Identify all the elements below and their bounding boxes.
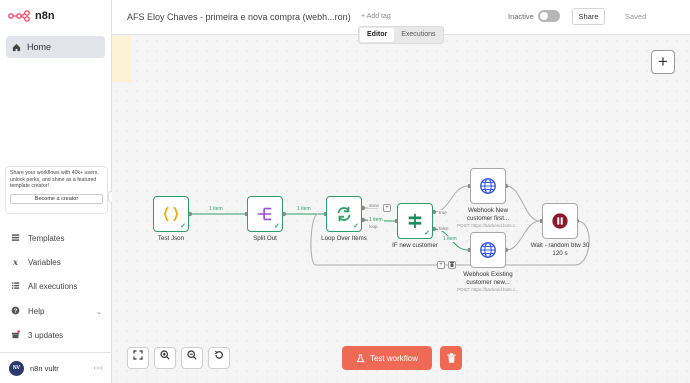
- active-status-label: Inactive: [508, 12, 534, 21]
- zoom-out-icon: [187, 350, 197, 360]
- reset-zoom-icon: [214, 350, 223, 359]
- avatar: NV: [9, 360, 24, 376]
- reset-zoom-button[interactable]: [208, 347, 230, 369]
- loop-loop-label: loop: [368, 224, 379, 229]
- n8n-logo-icon: [8, 10, 30, 22]
- if-true-label: true: [438, 210, 448, 215]
- node-if-new-customer[interactable]: ✓: [397, 203, 433, 239]
- become-creator-button[interactable]: Become a creator: [10, 193, 103, 204]
- node-label: Wait - random btw 30 120 s: [530, 242, 590, 257]
- node-label: Loop Over Items: [321, 235, 367, 242]
- creator-promo-card: Share your workflows with 40k+ users, un…: [5, 166, 108, 214]
- node-subtitle: POST: https://backend.bots.c...: [457, 287, 519, 292]
- add-node-button[interactable]: +: [651, 50, 675, 74]
- loop-arrows-icon: [337, 206, 351, 222]
- zoom-out-button[interactable]: [181, 347, 203, 369]
- saved-status: Saved: [625, 12, 647, 21]
- if-false-label: false: [438, 226, 450, 231]
- trash-icon: [447, 353, 455, 363]
- node-label: IF new customer: [392, 242, 438, 249]
- user-menu[interactable]: NV n8n vultr ⋯: [0, 352, 112, 383]
- trash-icon: [450, 262, 454, 267]
- help-icon: ?: [10, 306, 21, 317]
- success-check-icon: ✓: [353, 223, 359, 230]
- user-name: n8n vultr: [30, 363, 59, 373]
- templates-icon: [10, 233, 21, 244]
- sidebar-item-home[interactable]: Home: [6, 36, 105, 58]
- fit-view-icon: [133, 350, 143, 360]
- success-check-icon: ✓: [180, 223, 186, 230]
- sidebar-item-templates[interactable]: Templates: [10, 233, 106, 244]
- sidebar-item-label: 3 updates: [28, 331, 64, 340]
- globe-icon: [480, 178, 496, 194]
- add-tag-button[interactable]: + Add tag: [361, 13, 391, 20]
- clear-execution-button[interactable]: [440, 346, 462, 370]
- app-name: n8n: [35, 10, 55, 22]
- pause-icon: [552, 213, 568, 229]
- success-check-icon: ✓: [424, 230, 430, 237]
- more-options-icon[interactable]: ⋯: [93, 363, 104, 374]
- wire-item-count: 1 item: [296, 206, 312, 212]
- node-wait[interactable]: [542, 203, 578, 239]
- tab-executions[interactable]: Executions: [394, 28, 442, 42]
- sidebar-item-label: Variables: [28, 257, 61, 267]
- globe-icon: [480, 242, 496, 258]
- sidebar-item-executions[interactable]: All executions: [10, 281, 106, 292]
- add-node-on-done-button[interactable]: +: [383, 204, 391, 212]
- editor-tabs: Editor Executions: [358, 26, 445, 44]
- sidebar: n8n Home Share your workflows with 40k+ …: [0, 0, 112, 383]
- loop-done-label: done: [368, 203, 381, 208]
- node-label: Webhook Existing customer new...: [463, 271, 513, 286]
- sidebar-item-variables[interactable]: x Variables: [10, 257, 106, 267]
- sticky-note[interactable]: [112, 36, 131, 82]
- chevron-down-icon: ⌄: [96, 308, 102, 316]
- home-icon: [12, 43, 21, 51]
- n8n-logo[interactable]: n8n: [8, 10, 55, 22]
- sidebar-item-updates[interactable]: 3 updates: [10, 330, 106, 341]
- node-label: Test Json: [157, 235, 185, 242]
- node-split-out[interactable]: ✓: [247, 196, 283, 232]
- promo-text: Share your workflows with 40k+ users, un…: [10, 170, 99, 189]
- active-toggle[interactable]: [538, 10, 560, 22]
- zoom-in-button[interactable]: [154, 347, 176, 369]
- node-label: Split Out: [253, 235, 277, 242]
- add-node-on-connection-button[interactable]: +: [437, 261, 445, 269]
- sidebar-item-label: Home: [27, 42, 52, 52]
- executions-icon: [10, 281, 21, 292]
- node-webhook-existing-customer[interactable]: [470, 232, 506, 268]
- sidebar-item-label: All executions: [28, 282, 78, 291]
- wire-item-count: 1 item: [208, 206, 224, 212]
- sidebar-item-label: Templates: [28, 234, 65, 243]
- code-braces-icon: [163, 206, 179, 222]
- sidebar-item-label: Help: [28, 307, 45, 316]
- if-branch-icon: [408, 213, 422, 229]
- test-workflow-button[interactable]: Test workflow: [342, 346, 432, 370]
- sidebar-item-help[interactable]: ? Help ⌄: [10, 306, 106, 317]
- workflow-title[interactable]: AFS Eloy Chaves - primeira e nova compra…: [127, 12, 351, 22]
- node-test-json[interactable]: ✓: [153, 196, 189, 232]
- flask-icon: [356, 353, 365, 362]
- node-webhook-new-customer[interactable]: [470, 168, 506, 204]
- zoom-in-icon: [160, 350, 170, 360]
- toggle-knob: [540, 12, 548, 20]
- test-workflow-label: Test workflow: [369, 353, 418, 363]
- node-subtitle: POST: https://backend.bots.c...: [457, 223, 519, 228]
- node-label: Webhook New customer first...: [466, 207, 510, 222]
- gift-icon: [10, 330, 21, 341]
- split-icon: [257, 207, 272, 221]
- variables-icon: x: [13, 257, 18, 267]
- fit-view-button[interactable]: [127, 347, 149, 369]
- svg-text:?: ?: [14, 309, 18, 315]
- tab-editor[interactable]: Editor: [360, 28, 395, 42]
- node-loop-over-items[interactable]: ✓: [326, 196, 362, 232]
- delete-connection-button[interactable]: [448, 261, 456, 269]
- wire-item-count: 1 item: [368, 217, 384, 223]
- success-check-icon: ✓: [274, 223, 280, 230]
- share-button[interactable]: Share: [572, 8, 605, 25]
